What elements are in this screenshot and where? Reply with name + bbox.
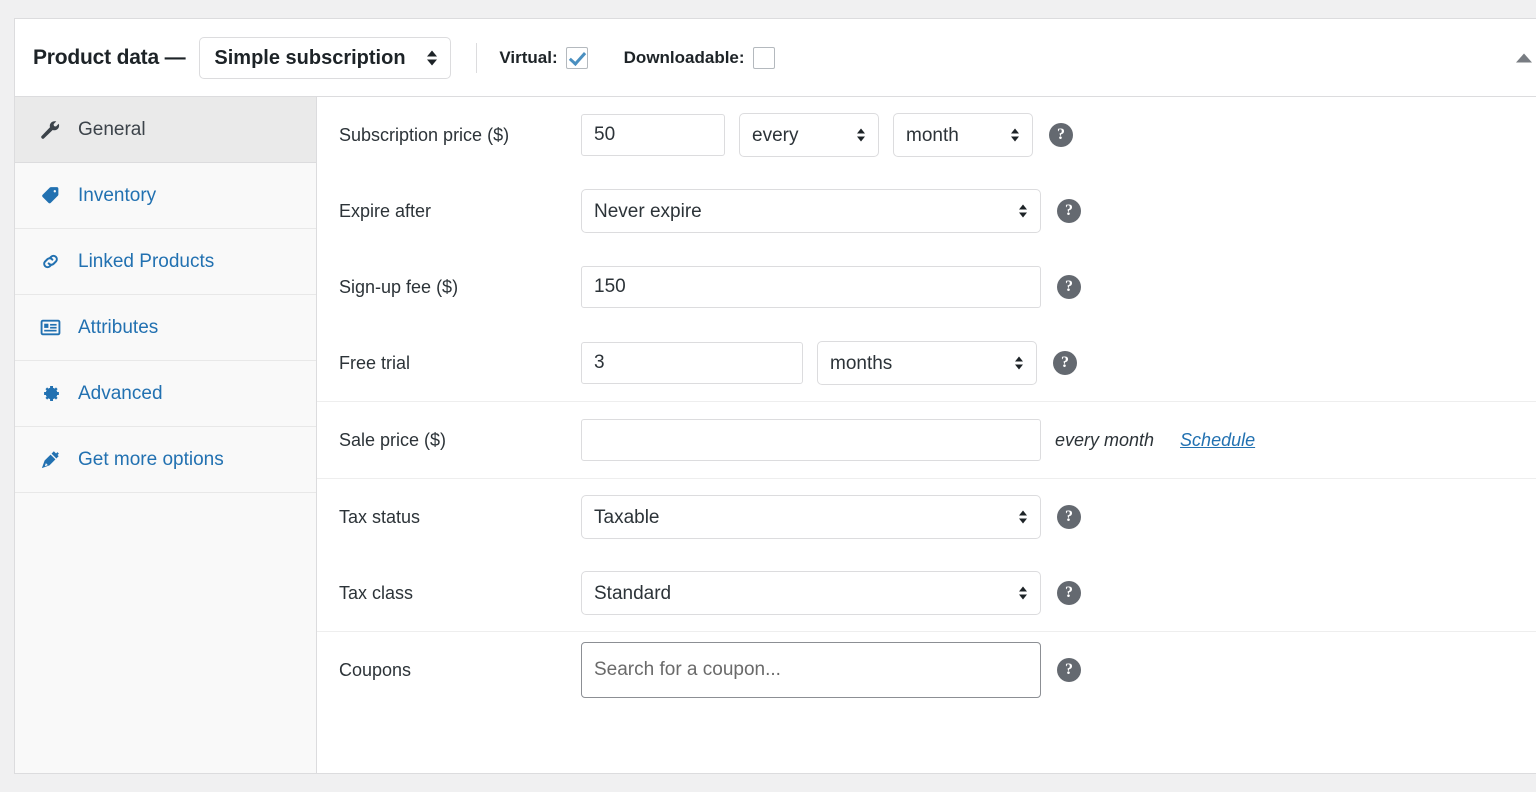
list-view-icon [40,317,66,338]
free-trial-input[interactable] [581,342,803,384]
sidebar-item-label: General [78,118,146,140]
row-tax-class: Tax class Standard ? [317,555,1536,631]
subscription-period-select[interactable]: month [893,113,1033,157]
tag-icon [40,185,66,206]
product-type-select-wrapper: Simple subscription [199,36,452,79]
subscription-pricing-group: Subscription price ($) every [317,97,1536,402]
help-icon[interactable]: ? [1057,658,1081,682]
subscription-interval-select[interactable]: every [739,113,879,157]
downloadable-checkbox[interactable] [752,46,775,69]
triangle-up-icon[interactable] [1516,53,1532,62]
tax-status-wrapper: Taxable [581,495,1041,539]
expire-after-select[interactable]: Never expire [581,189,1041,233]
signup-fee-controls: ? [581,266,1081,308]
free-trial-label: Free trial [339,352,411,373]
signup-fee-input[interactable] [581,266,1041,308]
help-icon[interactable]: ? [1057,275,1081,299]
product-data-metabox: Product data — Simple subscription Virtu… [14,18,1536,774]
schedule-link[interactable]: Schedule [1180,430,1255,451]
row-expire-after: Expire after Never expire ? [317,173,1536,249]
downloadable-checkbox-group: Downloadable: [623,46,775,69]
virtual-checkbox[interactable] [565,46,588,69]
free-trial-period-wrapper: months [817,341,1037,385]
tax-group: Tax status Taxable ? Tax class Standard … [317,479,1536,632]
row-coupons: Coupons ? [317,632,1536,708]
tax-class-wrapper: Standard [581,571,1041,615]
free-trial-controls: months ? [581,341,1077,385]
product-data-tabs: General Inventory Linked Products Attrib… [15,97,317,773]
help-icon[interactable]: ? [1053,351,1077,375]
tax-status-controls: Taxable ? [581,495,1081,539]
sidebar-item-inventory[interactable]: Inventory [15,163,316,229]
virtual-label: Virtual: [499,47,558,67]
virtual-checkbox-group: Virtual: [499,46,588,69]
free-trial-period-select[interactable]: months [817,341,1037,385]
tax-class-controls: Standard ? [581,571,1081,615]
row-tax-status: Tax status Taxable ? [317,479,1536,555]
sale-price-controls: every month Schedule [581,419,1255,461]
row-sale-price: Sale price ($) every month Schedule [317,402,1536,478]
expire-after-controls: Never expire ? [581,189,1081,233]
sale-price-group: Sale price ($) every month Schedule [317,402,1536,479]
expire-after-label: Expire after [339,200,432,221]
plugin-icon [40,449,66,470]
subscription-price-input[interactable] [581,114,725,156]
sale-price-label: Sale price ($) [339,429,447,450]
help-icon[interactable]: ? [1057,581,1081,605]
downloadable-label: Downloadable: [623,47,745,67]
sidebar-item-linked-products[interactable]: Linked Products [15,229,316,295]
coupons-label: Coupons [339,659,412,680]
metabox-body: General Inventory Linked Products Attrib… [15,97,1536,773]
row-free-trial: Free trial months ? [317,325,1536,401]
tax-class-label: Tax class [339,582,414,603]
row-subscription-price: Subscription price ($) every [317,97,1536,173]
link-icon [40,251,66,272]
signup-fee-label: Sign-up fee ($) [339,276,459,297]
subscription-period-wrapper: month [893,113,1033,157]
sale-price-input[interactable] [581,419,1041,461]
help-icon[interactable]: ? [1057,199,1081,223]
subscription-price-controls: every month ? [581,113,1073,157]
subscription-price-label: Subscription price ($) [339,124,510,145]
coupon-search-input[interactable] [581,642,1041,698]
gear-icon [40,383,66,404]
wrench-icon [40,120,66,140]
page-title: Product data — [33,45,186,69]
sidebar-item-label: Inventory [78,184,157,206]
metabox-header: Product data — Simple subscription Virtu… [15,19,1536,97]
row-signup-fee: Sign-up fee ($) ? [317,249,1536,325]
sidebar-item-label: Get more options [78,448,224,470]
tax-class-select[interactable]: Standard [581,571,1041,615]
coupons-group: Coupons ? [317,632,1536,708]
help-icon[interactable]: ? [1049,123,1073,147]
product-type-select[interactable]: Simple subscription [199,36,452,79]
expire-after-wrapper: Never expire [581,189,1041,233]
sale-price-suffix: every month [1055,429,1155,450]
tax-status-label: Tax status [339,506,421,527]
sidebar-item-get-more-options[interactable]: Get more options [15,427,316,493]
sidebar-item-label: Attributes [78,316,159,338]
product-data-content: Subscription price ($) every [317,97,1536,773]
sidebar-item-general[interactable]: General [15,97,316,163]
tax-status-select[interactable]: Taxable [581,495,1041,539]
sidebar-item-label: Advanced [78,382,163,404]
header-divider [476,42,478,73]
sidebar-item-label: Linked Products [78,250,215,272]
help-icon[interactable]: ? [1057,505,1081,529]
coupons-controls: ? [581,642,1081,698]
subscription-interval-wrapper: every [739,113,879,157]
sidebar-item-advanced[interactable]: Advanced [15,361,316,427]
sidebar-item-attributes[interactable]: Attributes [15,295,316,361]
